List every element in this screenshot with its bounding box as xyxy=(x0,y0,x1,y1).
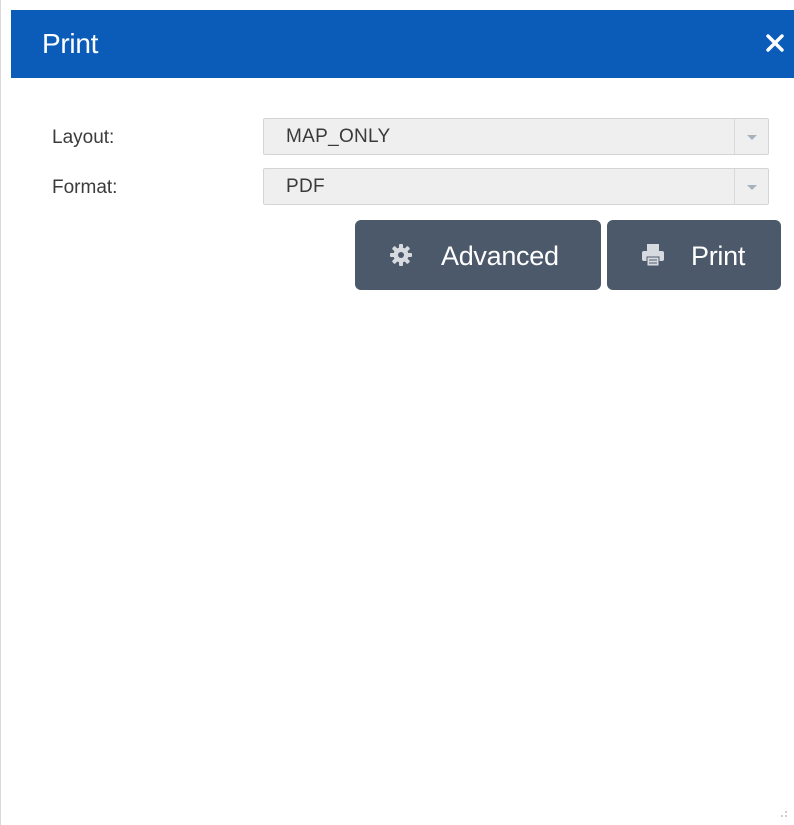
chevron-down-icon xyxy=(746,185,757,190)
resize-grip-icon[interactable] xyxy=(780,809,788,819)
layout-select-value: MAP_ONLY xyxy=(286,126,391,147)
format-dropdown-arrow[interactable] xyxy=(734,169,768,204)
layout-label: Layout: xyxy=(52,127,115,148)
close-icon xyxy=(766,34,784,52)
layout-select[interactable]: MAP_ONLY xyxy=(263,118,769,155)
printer-icon xyxy=(642,244,664,267)
layout-dropdown-arrow[interactable] xyxy=(734,119,768,154)
close-button[interactable] xyxy=(755,23,794,63)
chevron-down-icon xyxy=(746,135,757,140)
print-button[interactable]: Print xyxy=(607,220,781,290)
format-select[interactable]: PDF xyxy=(263,168,769,205)
format-select-value: PDF xyxy=(286,176,325,197)
gear-icon xyxy=(390,244,412,266)
advanced-button[interactable]: Advanced xyxy=(355,220,601,290)
print-dialog: Print Layout: MAP_ONLY Format: PDF Advan… xyxy=(0,0,794,825)
dialog-titlebar: Print xyxy=(11,10,794,78)
advanced-button-label: Advanced xyxy=(441,241,559,271)
dialog-title: Print xyxy=(42,28,99,59)
print-button-label: Print xyxy=(691,241,746,271)
format-label: Format: xyxy=(52,177,118,198)
